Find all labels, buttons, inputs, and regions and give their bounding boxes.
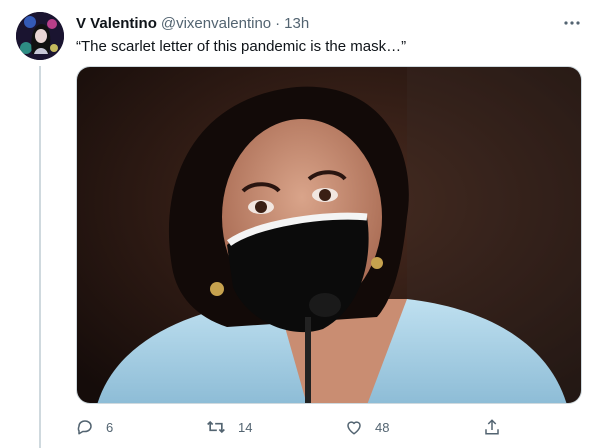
- timestamp[interactable]: 13h: [284, 14, 309, 34]
- more-button[interactable]: [560, 14, 584, 32]
- reply-button[interactable]: 6: [76, 414, 113, 440]
- thread-line: [39, 66, 41, 448]
- tweet-header: V Valentino @vixenvalentino · 13h: [76, 14, 309, 34]
- like-icon: [347, 421, 361, 435]
- separator-dot: ·: [275, 15, 281, 32]
- like-count: 48: [375, 419, 390, 435]
- display-name[interactable]: V Valentino: [76, 14, 157, 34]
- tweet-text: “The scarlet letter of this pandemic is …: [76, 38, 407, 55]
- retweet-count: 14: [238, 419, 253, 435]
- share-icon: [485, 419, 499, 435]
- action-bar: 6 14 48: [76, 414, 506, 440]
- retweet-button[interactable]: 14: [206, 414, 252, 440]
- more-icon: [564, 21, 580, 25]
- retweet-icon: [207, 420, 225, 434]
- like-button[interactable]: 48: [345, 414, 389, 440]
- share-button[interactable]: [483, 414, 501, 440]
- tweet-photo[interactable]: [76, 66, 582, 404]
- avatar[interactable]: [16, 12, 64, 60]
- reply-count: 6: [106, 419, 114, 435]
- reply-icon: [77, 420, 92, 435]
- user-handle[interactable]: @vixenvalentino: [161, 14, 271, 34]
